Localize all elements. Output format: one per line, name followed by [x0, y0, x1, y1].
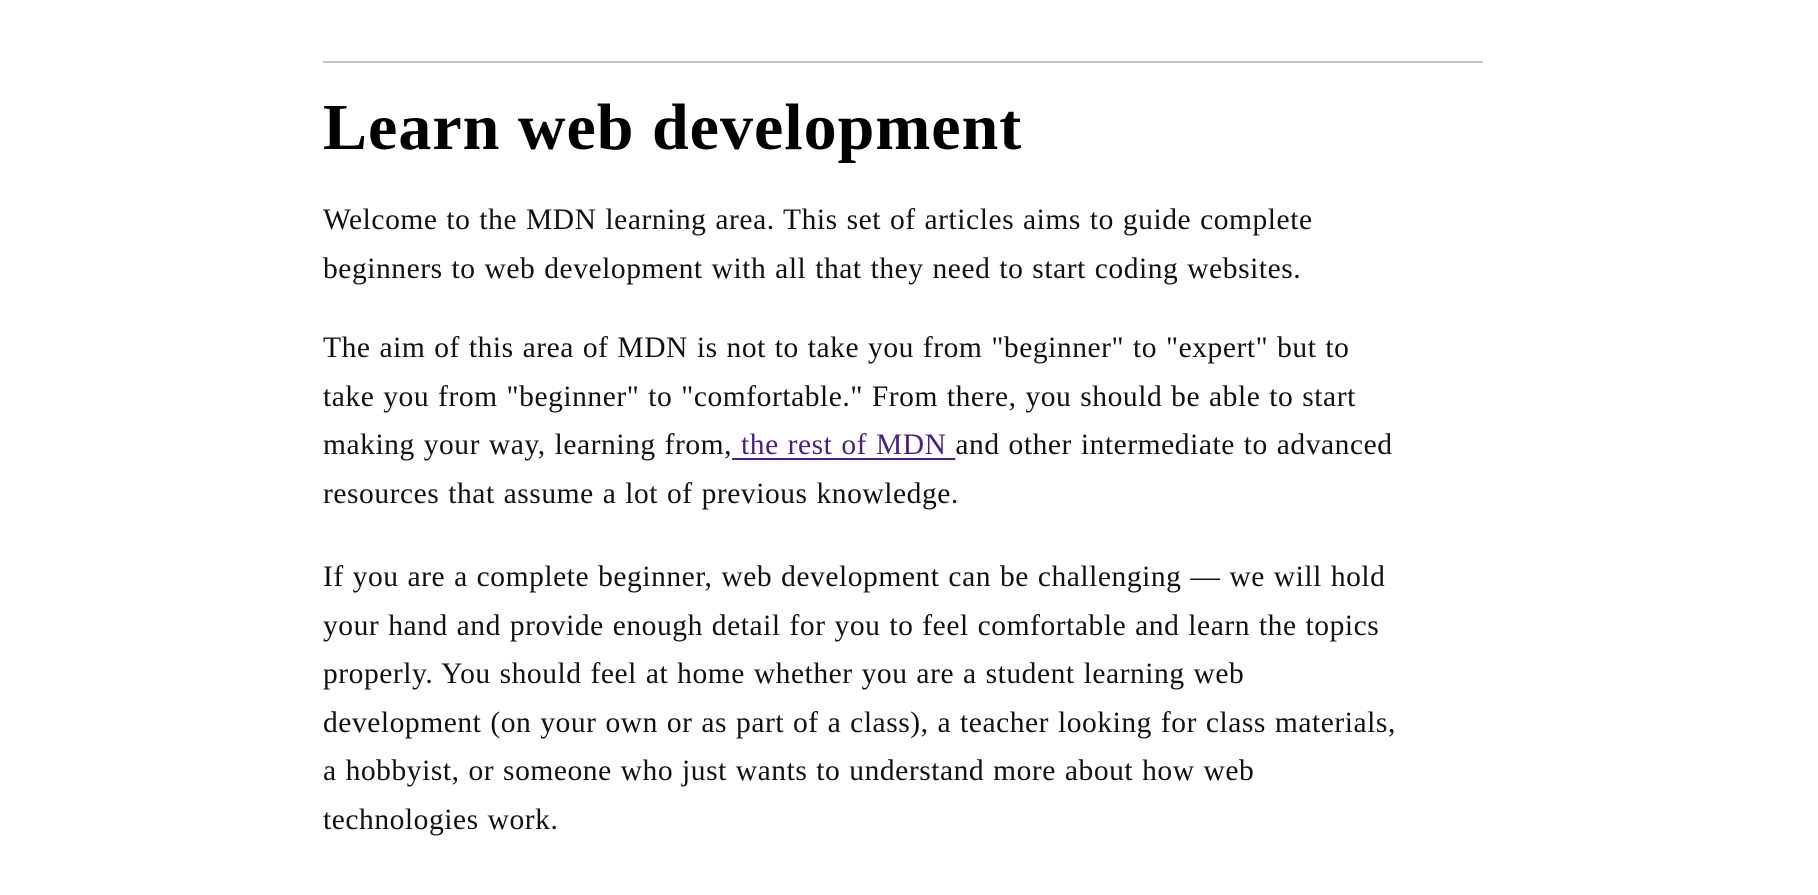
text-line: If you are a complete beginner, web deve…	[323, 561, 1386, 593]
text-line: Welcome to the MDN learning area. This s…	[323, 204, 1313, 236]
text-line: your hand and provide enough detail for …	[323, 609, 1380, 642]
text-line: properly. You should feel at home whethe…	[323, 658, 1245, 690]
text-line: take you from "beginner" to "comfortable…	[323, 380, 1356, 413]
text-line: beginners to web development with all th…	[323, 252, 1302, 285]
text-segment: and other intermediate to advanced	[955, 429, 1393, 461]
intro-paragraph: Welcome to the MDN learning area. This s…	[323, 196, 1488, 293]
beginner-paragraph: If you are a complete beginner, web deve…	[323, 553, 1488, 844]
text-line-with-link: making your way, learning from, the rest…	[323, 421, 1488, 470]
text-segment: making your way, learning from,	[323, 429, 733, 461]
text-line: a hobbyist, or someone who just wants to…	[323, 755, 1255, 787]
aim-paragraph: The aim of this area of MDN is not to ta…	[323, 324, 1488, 518]
text-line: development (on your own or as part of a…	[323, 706, 1396, 739]
text-line: technologies work.	[323, 803, 559, 836]
top-divider	[323, 61, 1483, 63]
rest-of-mdn-link[interactable]: the rest of MDN	[732, 429, 955, 461]
page-title: Learn web development	[323, 91, 1023, 164]
text-line: resources that assume a lot of previous …	[323, 477, 959, 510]
text-line: The aim of this area of MDN is not to ta…	[323, 332, 1350, 364]
